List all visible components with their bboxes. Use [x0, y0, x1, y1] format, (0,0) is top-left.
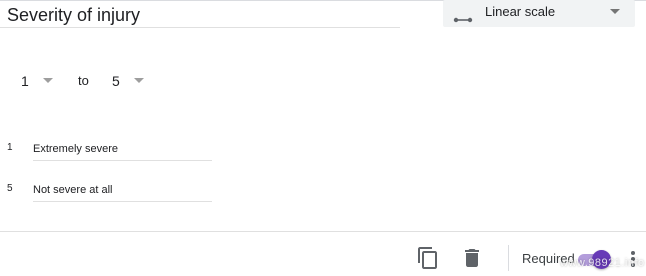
- chevron-down-icon: [134, 78, 144, 83]
- chevron-down-icon: [43, 78, 53, 83]
- footer-divider: [0, 231, 646, 232]
- footer-separator: [508, 245, 509, 271]
- trash-icon: [460, 249, 484, 274]
- linear-scale-icon: [453, 10, 473, 23]
- scale-min-dropdown[interactable]: 1: [21, 72, 55, 90]
- scale-label-number: 5: [7, 183, 13, 194]
- scale-max-dropdown[interactable]: 5: [112, 72, 146, 90]
- duplicate-icon: [416, 247, 440, 274]
- scale-label-min-input[interactable]: [33, 138, 212, 161]
- question-type-dropdown[interactable]: Linear scale: [443, 0, 635, 27]
- scale-max-value: 5: [112, 73, 120, 89]
- duplicate-button[interactable]: [416, 246, 440, 270]
- question-title-input[interactable]: Severity of injury: [7, 3, 399, 28]
- watermark: www.98921.info: [560, 257, 645, 269]
- question-card: Severity of injury Linear scale 1 to 5 1…: [0, 0, 646, 273]
- delete-button[interactable]: [460, 246, 484, 270]
- question-type-label: Linear scale: [485, 4, 556, 19]
- scale-to-label: to: [78, 73, 89, 88]
- scale-label-max-input[interactable]: [33, 179, 212, 202]
- scale-min-value: 1: [21, 73, 29, 89]
- title-underline: [0, 27, 400, 28]
- scale-label-row-min: 1: [0, 138, 220, 161]
- scale-label-row-max: 5: [0, 179, 220, 202]
- chevron-down-icon: [610, 9, 620, 14]
- scale-label-number: 1: [7, 142, 13, 153]
